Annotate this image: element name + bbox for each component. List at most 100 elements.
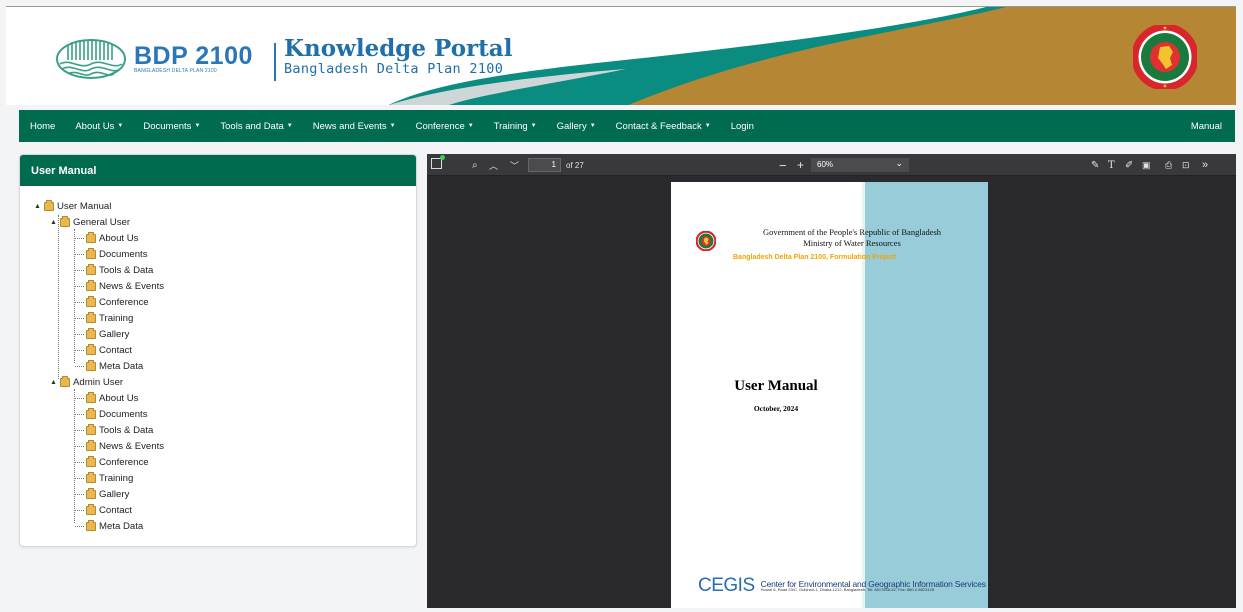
- tree-item[interactable]: Documents: [75, 247, 148, 261]
- nav-training[interactable]: Training ▼: [494, 121, 537, 132]
- collapse-icon[interactable]: ▲: [50, 219, 58, 226]
- image-icon[interactable]: ▣: [1142, 154, 1151, 176]
- zoom-select[interactable]: 60%: [811, 156, 909, 172]
- tree-item[interactable]: Conference: [75, 455, 149, 469]
- nav-documents[interactable]: Documents ▼: [143, 121, 200, 132]
- nav-home[interactable]: Home: [30, 121, 55, 132]
- nav-conference[interactable]: Conference ▼: [416, 121, 474, 132]
- nav-news-and-events[interactable]: News and Events ▼: [313, 121, 396, 132]
- draw-icon[interactable]: ✐: [1125, 154, 1133, 176]
- page-input-wrap: 1: [528, 154, 561, 176]
- tree-item[interactable]: Training: [75, 471, 133, 485]
- next-page-icon[interactable]: ﹀: [510, 154, 519, 176]
- more-tools-icon[interactable]: »: [1202, 154, 1208, 176]
- tree-item[interactable]: About Us: [75, 391, 138, 405]
- tree-branch: [75, 445, 84, 447]
- nav-login[interactable]: Login: [731, 121, 754, 132]
- pdf-toolbar: ⌕ ︿ ﹀ 1 of 27 − + 60% ✎ T ✐ ▣ ⎙ ⊡ »: [427, 154, 1236, 176]
- panel-title: User Manual: [20, 155, 416, 186]
- tree-item[interactable]: Meta Data: [75, 359, 143, 373]
- nav-manual[interactable]: Manual: [1191, 110, 1222, 142]
- folder-icon: [86, 311, 96, 323]
- collapse-icon[interactable]: ▲: [50, 379, 58, 386]
- tree-general-user[interactable]: ▲ General User: [50, 215, 130, 229]
- folder-icon: [60, 375, 70, 387]
- folder-icon: [86, 263, 96, 275]
- document-footer: CEGIS Center for Environmental and Geogr…: [698, 575, 986, 597]
- caret-down-icon: ▼: [194, 123, 201, 129]
- page-count: of 27: [566, 160, 584, 170]
- text-icon[interactable]: T: [1108, 154, 1115, 176]
- highlight-icon[interactable]: ✎: [1091, 154, 1099, 176]
- tree-branch: [75, 301, 84, 303]
- nav-contact-feedback[interactable]: Contact & Feedback ▼: [616, 121, 711, 132]
- tree-item-label: Conference: [99, 296, 149, 308]
- caret-down-icon: ▼: [530, 123, 537, 129]
- folder-icon: [86, 487, 96, 499]
- tree-item[interactable]: Tools & Data: [75, 263, 153, 277]
- search-icon[interactable]: ⌕: [472, 154, 478, 176]
- nav-about-us[interactable]: About Us ▼: [75, 121, 123, 132]
- tree-item[interactable]: Gallery: [75, 487, 129, 501]
- tree-item-label: Training: [99, 312, 134, 324]
- tree-item-label: Gallery: [99, 488, 130, 500]
- tree-item[interactable]: Meta Data: [75, 519, 143, 533]
- tree-item-label: Tools & Data: [99, 264, 154, 276]
- folder-icon: [86, 359, 96, 371]
- tree-item[interactable]: About Us: [75, 231, 138, 245]
- nav-tools-label: Tools and Data: [220, 120, 284, 132]
- tree-item[interactable]: Documents: [75, 407, 148, 421]
- page-number-input[interactable]: 1: [528, 158, 561, 172]
- tree-branch: [75, 397, 84, 399]
- nav-manual-label: Manual: [1190, 120, 1222, 132]
- tree-general-user-label: General User: [73, 216, 131, 228]
- portal-brand[interactable]: Knowledge Portal Bangladesh Delta Plan 2…: [284, 35, 513, 77]
- tree-item-label: Tools & Data: [99, 424, 154, 436]
- header-divider: [274, 43, 276, 81]
- tree-branch: [75, 493, 84, 495]
- nav-gallery[interactable]: Gallery ▼: [557, 121, 596, 132]
- save-icon[interactable]: ⊡: [1182, 154, 1190, 176]
- nav-login-label: Login: [730, 120, 754, 132]
- tree-item[interactable]: Conference: [75, 295, 149, 309]
- prev-page-icon[interactable]: ︿: [489, 154, 498, 176]
- cegis-logo: CEGIS: [698, 575, 755, 596]
- tree-item[interactable]: News & Events: [75, 279, 164, 293]
- tree-item[interactable]: Contact: [75, 503, 132, 517]
- folder-icon: [86, 391, 96, 403]
- tree-root[interactable]: ▲ User Manual: [34, 199, 111, 213]
- collapse-icon[interactable]: ▲: [34, 203, 42, 210]
- tree-branch: [75, 429, 84, 431]
- caret-down-icon: ▼: [467, 123, 474, 129]
- nav-gallery-label: Gallery: [556, 120, 587, 132]
- bdp-logo[interactable]: BDP 2100 BANGLADESH DELTA PLAN 2100: [54, 38, 253, 80]
- tree-branch: [75, 333, 84, 335]
- tree-admin-user[interactable]: ▲ Admin User: [50, 375, 123, 389]
- caret-down-icon: ▼: [704, 123, 711, 129]
- portal-title: Knowledge Portal: [284, 35, 513, 62]
- nav-home-label: Home: [30, 120, 56, 132]
- sidebar-toggle-icon[interactable]: [431, 155, 445, 169]
- nav-tools-and-data[interactable]: Tools and Data ▼: [220, 121, 292, 132]
- document-seal-icon: [696, 231, 716, 251]
- zoom-out-icon[interactable]: −: [779, 154, 787, 176]
- tree-item-label: About Us: [99, 232, 139, 244]
- user-manual-panel: User Manual ▲ User Manual ▲ General User…: [19, 154, 417, 547]
- main-navbar: Home About Us ▼ Documents ▼ Tools and Data…: [19, 110, 1235, 142]
- caret-down-icon: ▼: [117, 123, 124, 129]
- folder-icon: [86, 455, 96, 467]
- tree-branch: [75, 269, 84, 271]
- tree-item[interactable]: Training: [75, 311, 133, 325]
- tree-item[interactable]: Tools & Data: [75, 423, 153, 437]
- zoom-in-icon[interactable]: +: [797, 154, 804, 176]
- project-line: Bangladesh Delta Plan 2100, Formulation …: [733, 254, 896, 261]
- tree-item[interactable]: News & Events: [75, 439, 164, 453]
- tree-item[interactable]: Contact: [75, 343, 132, 357]
- tree-branch: [75, 525, 84, 527]
- print-icon[interactable]: ⎙: [1165, 154, 1172, 176]
- tree-branch: [75, 285, 84, 287]
- tree-item[interactable]: Gallery: [75, 327, 129, 341]
- folder-icon: [86, 519, 96, 531]
- tree-branch: [75, 477, 84, 479]
- document-date: October, 2024: [753, 404, 799, 413]
